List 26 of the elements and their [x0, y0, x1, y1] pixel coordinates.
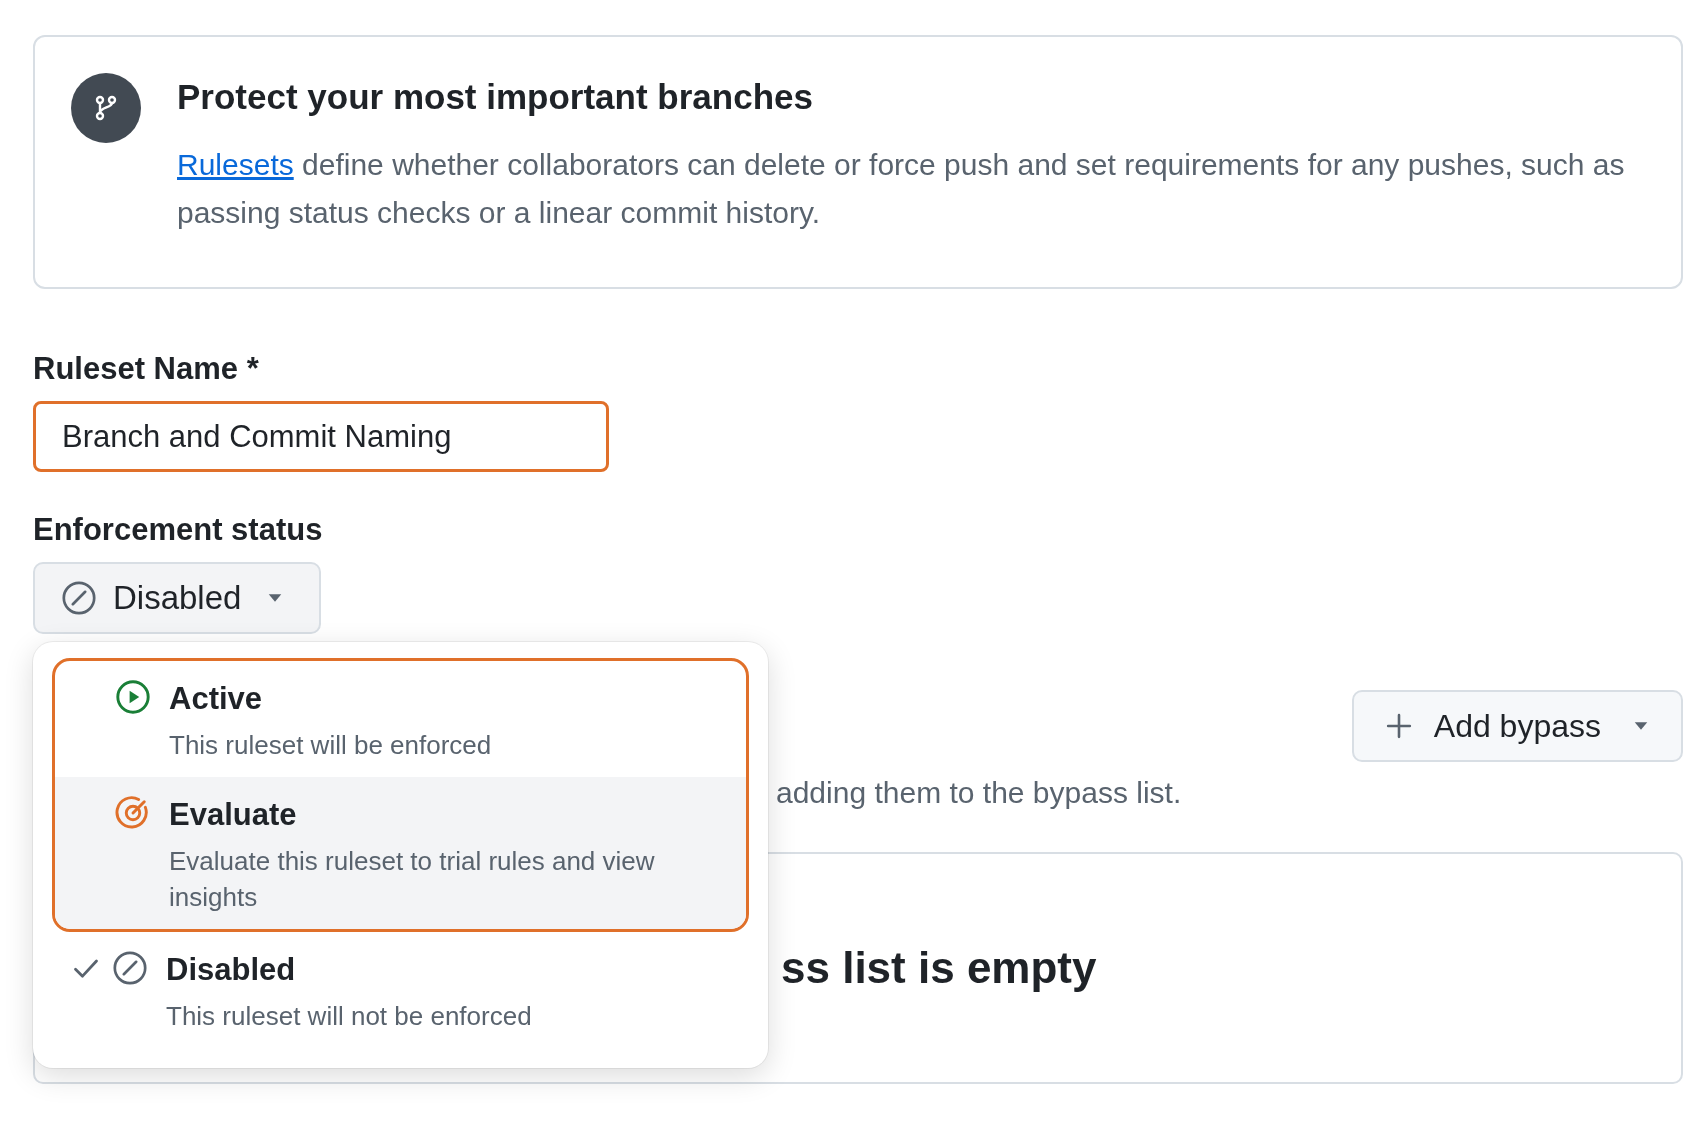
- slash-circle-icon: [61, 580, 97, 616]
- menu-item-title: Disabled: [166, 951, 297, 989]
- play-circle-icon: [115, 679, 151, 715]
- menu-item-description: This ruleset will be enforced: [169, 729, 492, 762]
- menu-item[interactable]: Disabled This ruleset will not be enforced: [52, 932, 749, 1048]
- target-icon: [115, 795, 151, 831]
- empty-state-title: ss list is empty: [781, 943, 1097, 993]
- menu-item-description: This ruleset will not be enforced: [166, 1000, 532, 1033]
- field-label: Ruleset Name *: [33, 351, 260, 387]
- menu-item[interactable]: Evaluate Evaluate this ruleset to trial rules and view insights: [55, 777, 746, 929]
- banner-description: Rulesets define whether collaborators can delete or force push and set requirements for any pushes, such as passing status checks or a linear commit history.: [177, 147, 1626, 231]
- caret-icon: [1633, 721, 1649, 731]
- plus-icon: [1385, 713, 1412, 739]
- add-bypass-button[interactable]: Add bypass: [1351, 690, 1683, 762]
- menu-item-title: Active: [169, 680, 264, 718]
- menu-item-title: Evaluate: [169, 796, 298, 834]
- caret-icon: [267, 593, 284, 603]
- menu-item-description: Evaluate this ruleset to trial rules and view insights: [169, 845, 656, 914]
- menu-item[interactable]: Active This ruleset will be enforced: [55, 661, 746, 777]
- banner-title: Protect your most important branches: [177, 77, 814, 117]
- rulesets-link[interactable]: Rulesets: [177, 148, 294, 181]
- bypass-description: adding them to the bypass list.: [775, 776, 1183, 810]
- field-label: Enforcement status: [33, 512, 324, 548]
- slash-circle-icon: [112, 950, 148, 986]
- ruleset-name-field[interactable]: Branch and Commit Naming: [33, 401, 609, 472]
- enforcement-dropdown[interactable]: Disabled: [33, 562, 321, 634]
